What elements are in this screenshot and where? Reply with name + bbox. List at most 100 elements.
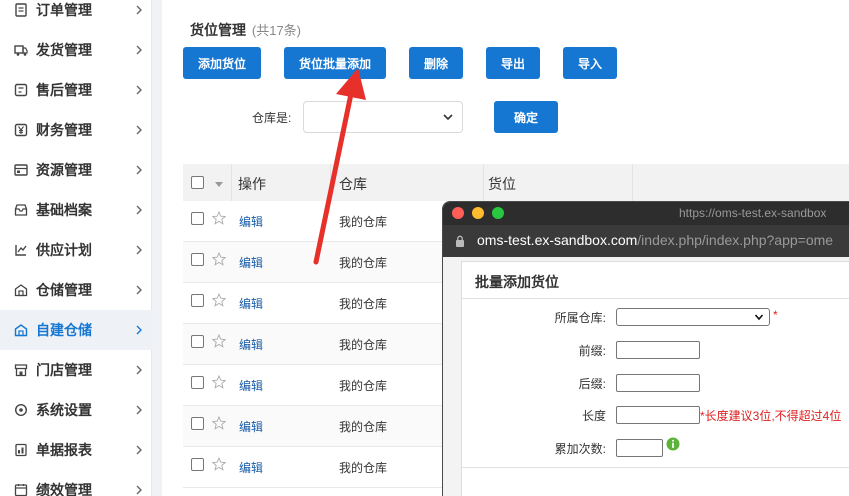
sidebar-item-order-management[interactable]: 订单管理 (0, 0, 152, 30)
sidebar-item-label: 自建仓储 (36, 322, 92, 338)
edit-link[interactable]: 编辑 (239, 418, 263, 435)
edit-link[interactable]: 编辑 (239, 459, 263, 476)
sidebar-item-label: 单据报表 (36, 442, 92, 458)
warehouse-cell: 我的仓库 (339, 461, 388, 475)
chevron-right-icon (136, 445, 142, 455)
sidebar-item-finance[interactable]: 财务管理 (0, 110, 152, 150)
warehouse-filter-label: 仓库是: (252, 111, 292, 125)
sidebar-item-label: 财务管理 (36, 122, 92, 138)
suffix-field-label: 后缀: (578, 377, 606, 391)
export-button[interactable]: 导出 (486, 47, 540, 79)
row-checkbox[interactable] (191, 458, 204, 471)
warehouse-field-label: 所属仓库: (554, 311, 606, 325)
close-window-button[interactable] (452, 207, 464, 219)
star-icon[interactable] (212, 252, 226, 266)
chevron-right-icon (136, 365, 142, 375)
warehouse-cell: 我的仓库 (339, 215, 388, 229)
finance-yen-icon (14, 123, 28, 137)
star-icon[interactable] (212, 375, 226, 389)
batch-add-location-button[interactable]: 货位批量添加 (284, 47, 386, 79)
required-marker: * (773, 308, 778, 322)
column-header-warehouse[interactable]: 仓库 (339, 174, 367, 194)
suffix-input[interactable] (616, 374, 700, 392)
sidebar-item-supply-plan[interactable]: 供应计划 (0, 230, 152, 270)
popup-address-bar[interactable]: oms-test.ex-sandbox.com/index.php/index.… (443, 225, 849, 257)
batch-add-form: 批量添加货位 所属仓库: * 前缀: 后缀: 长度 *长度建议3位,不得超过4位… (461, 261, 849, 496)
length-input[interactable] (616, 406, 700, 424)
warehouse-cell: 我的仓库 (339, 338, 388, 352)
edit-link[interactable]: 编辑 (239, 295, 263, 312)
star-icon[interactable] (212, 211, 226, 225)
column-header-location[interactable]: 货位 (488, 174, 516, 194)
sidebar-item-self-warehouse[interactable]: 自建仓储 (0, 310, 152, 350)
app-root: 订单管理 发货管理 售后管理 财务管理 资源管理 基础档案 供应计划 仓储管理 … (0, 0, 849, 496)
select-all-checkbox[interactable] (191, 176, 204, 189)
import-button[interactable]: 导入 (563, 47, 617, 79)
chevron-right-icon (136, 85, 142, 95)
column-header-action: 操作 (238, 176, 266, 192)
warehouse-cell: 我的仓库 (339, 420, 388, 434)
divider (462, 298, 849, 299)
page-title: 货位管理 (共17条) (190, 20, 301, 40)
self-warehouse-icon (14, 323, 28, 337)
sidebar-item-resources[interactable]: 资源管理 (0, 150, 152, 190)
row-checkbox[interactable] (191, 417, 204, 430)
row-checkbox[interactable] (191, 335, 204, 348)
row-checkbox[interactable] (191, 253, 204, 266)
url-host: oms-test.ex-sandbox.com (477, 232, 638, 248)
row-checkbox[interactable] (191, 294, 204, 307)
chevron-right-icon (136, 5, 142, 15)
edit-link[interactable]: 编辑 (239, 213, 263, 230)
report-icon (14, 443, 28, 457)
confirm-button[interactable]: 确定 (494, 101, 558, 133)
edit-link[interactable]: 编辑 (239, 336, 263, 353)
form-title: 批量添加货位 (475, 274, 559, 290)
add-location-button[interactable]: 添加货位 (183, 47, 261, 79)
chevron-right-icon (136, 125, 142, 135)
divider (462, 467, 849, 468)
sidebar-item-shipping-management[interactable]: 发货管理 (0, 30, 152, 70)
store-icon (14, 363, 28, 377)
warehouse-icon (14, 283, 28, 297)
sidebar-gutter (152, 0, 162, 496)
maximize-window-button[interactable] (492, 207, 504, 219)
star-icon[interactable] (212, 293, 226, 307)
archive-icon (14, 203, 28, 217)
sidebar-item-after-sales[interactable]: 售后管理 (0, 70, 152, 110)
delete-button[interactable]: 删除 (409, 47, 463, 79)
sidebar-item-label: 仓储管理 (36, 282, 92, 298)
chevron-right-icon (136, 165, 142, 175)
minimize-window-button[interactable] (472, 207, 484, 219)
chevron-right-icon (136, 205, 142, 215)
star-icon[interactable] (212, 457, 226, 471)
prefix-input[interactable] (616, 341, 700, 359)
chevron-down-icon (754, 314, 764, 321)
warehouse-filter-select[interactable] (303, 101, 463, 133)
performance-icon (14, 483, 28, 496)
sidebar-item-reports[interactable]: 单据报表 (0, 430, 152, 470)
edit-link[interactable]: 编辑 (239, 377, 263, 394)
info-icon[interactable] (666, 437, 680, 451)
count-input[interactable] (616, 439, 663, 457)
sidebar-item-performance[interactable]: 绩效管理 (0, 470, 152, 496)
sidebar-item-base-archive[interactable]: 基础档案 (0, 190, 152, 230)
length-field-label: 长度 (581, 409, 606, 423)
row-checkbox[interactable] (191, 212, 204, 225)
sidebar-item-store[interactable]: 门店管理 (0, 350, 152, 390)
edit-link[interactable]: 编辑 (239, 254, 263, 271)
star-icon[interactable] (212, 416, 226, 430)
lock-icon (456, 235, 464, 247)
sidebar-item-warehouse[interactable]: 仓储管理 (0, 270, 152, 310)
sidebar-item-settings[interactable]: 系统设置 (0, 390, 152, 430)
warehouse-cell: 我的仓库 (339, 297, 388, 311)
chevron-right-icon (136, 245, 142, 255)
sidebar-item-label: 供应计划 (36, 242, 92, 258)
warehouse-select[interactable] (616, 308, 770, 326)
popup-body: 批量添加货位 所属仓库: * 前缀: 后缀: 长度 *长度建议3位,不得超过4位… (443, 257, 849, 496)
star-icon[interactable] (212, 334, 226, 348)
row-checkbox[interactable] (191, 376, 204, 389)
sidebar-item-label: 售后管理 (36, 82, 92, 98)
shipping-icon (14, 43, 28, 57)
order-doc-icon (14, 3, 28, 17)
sidebar-item-label: 发货管理 (36, 42, 92, 58)
